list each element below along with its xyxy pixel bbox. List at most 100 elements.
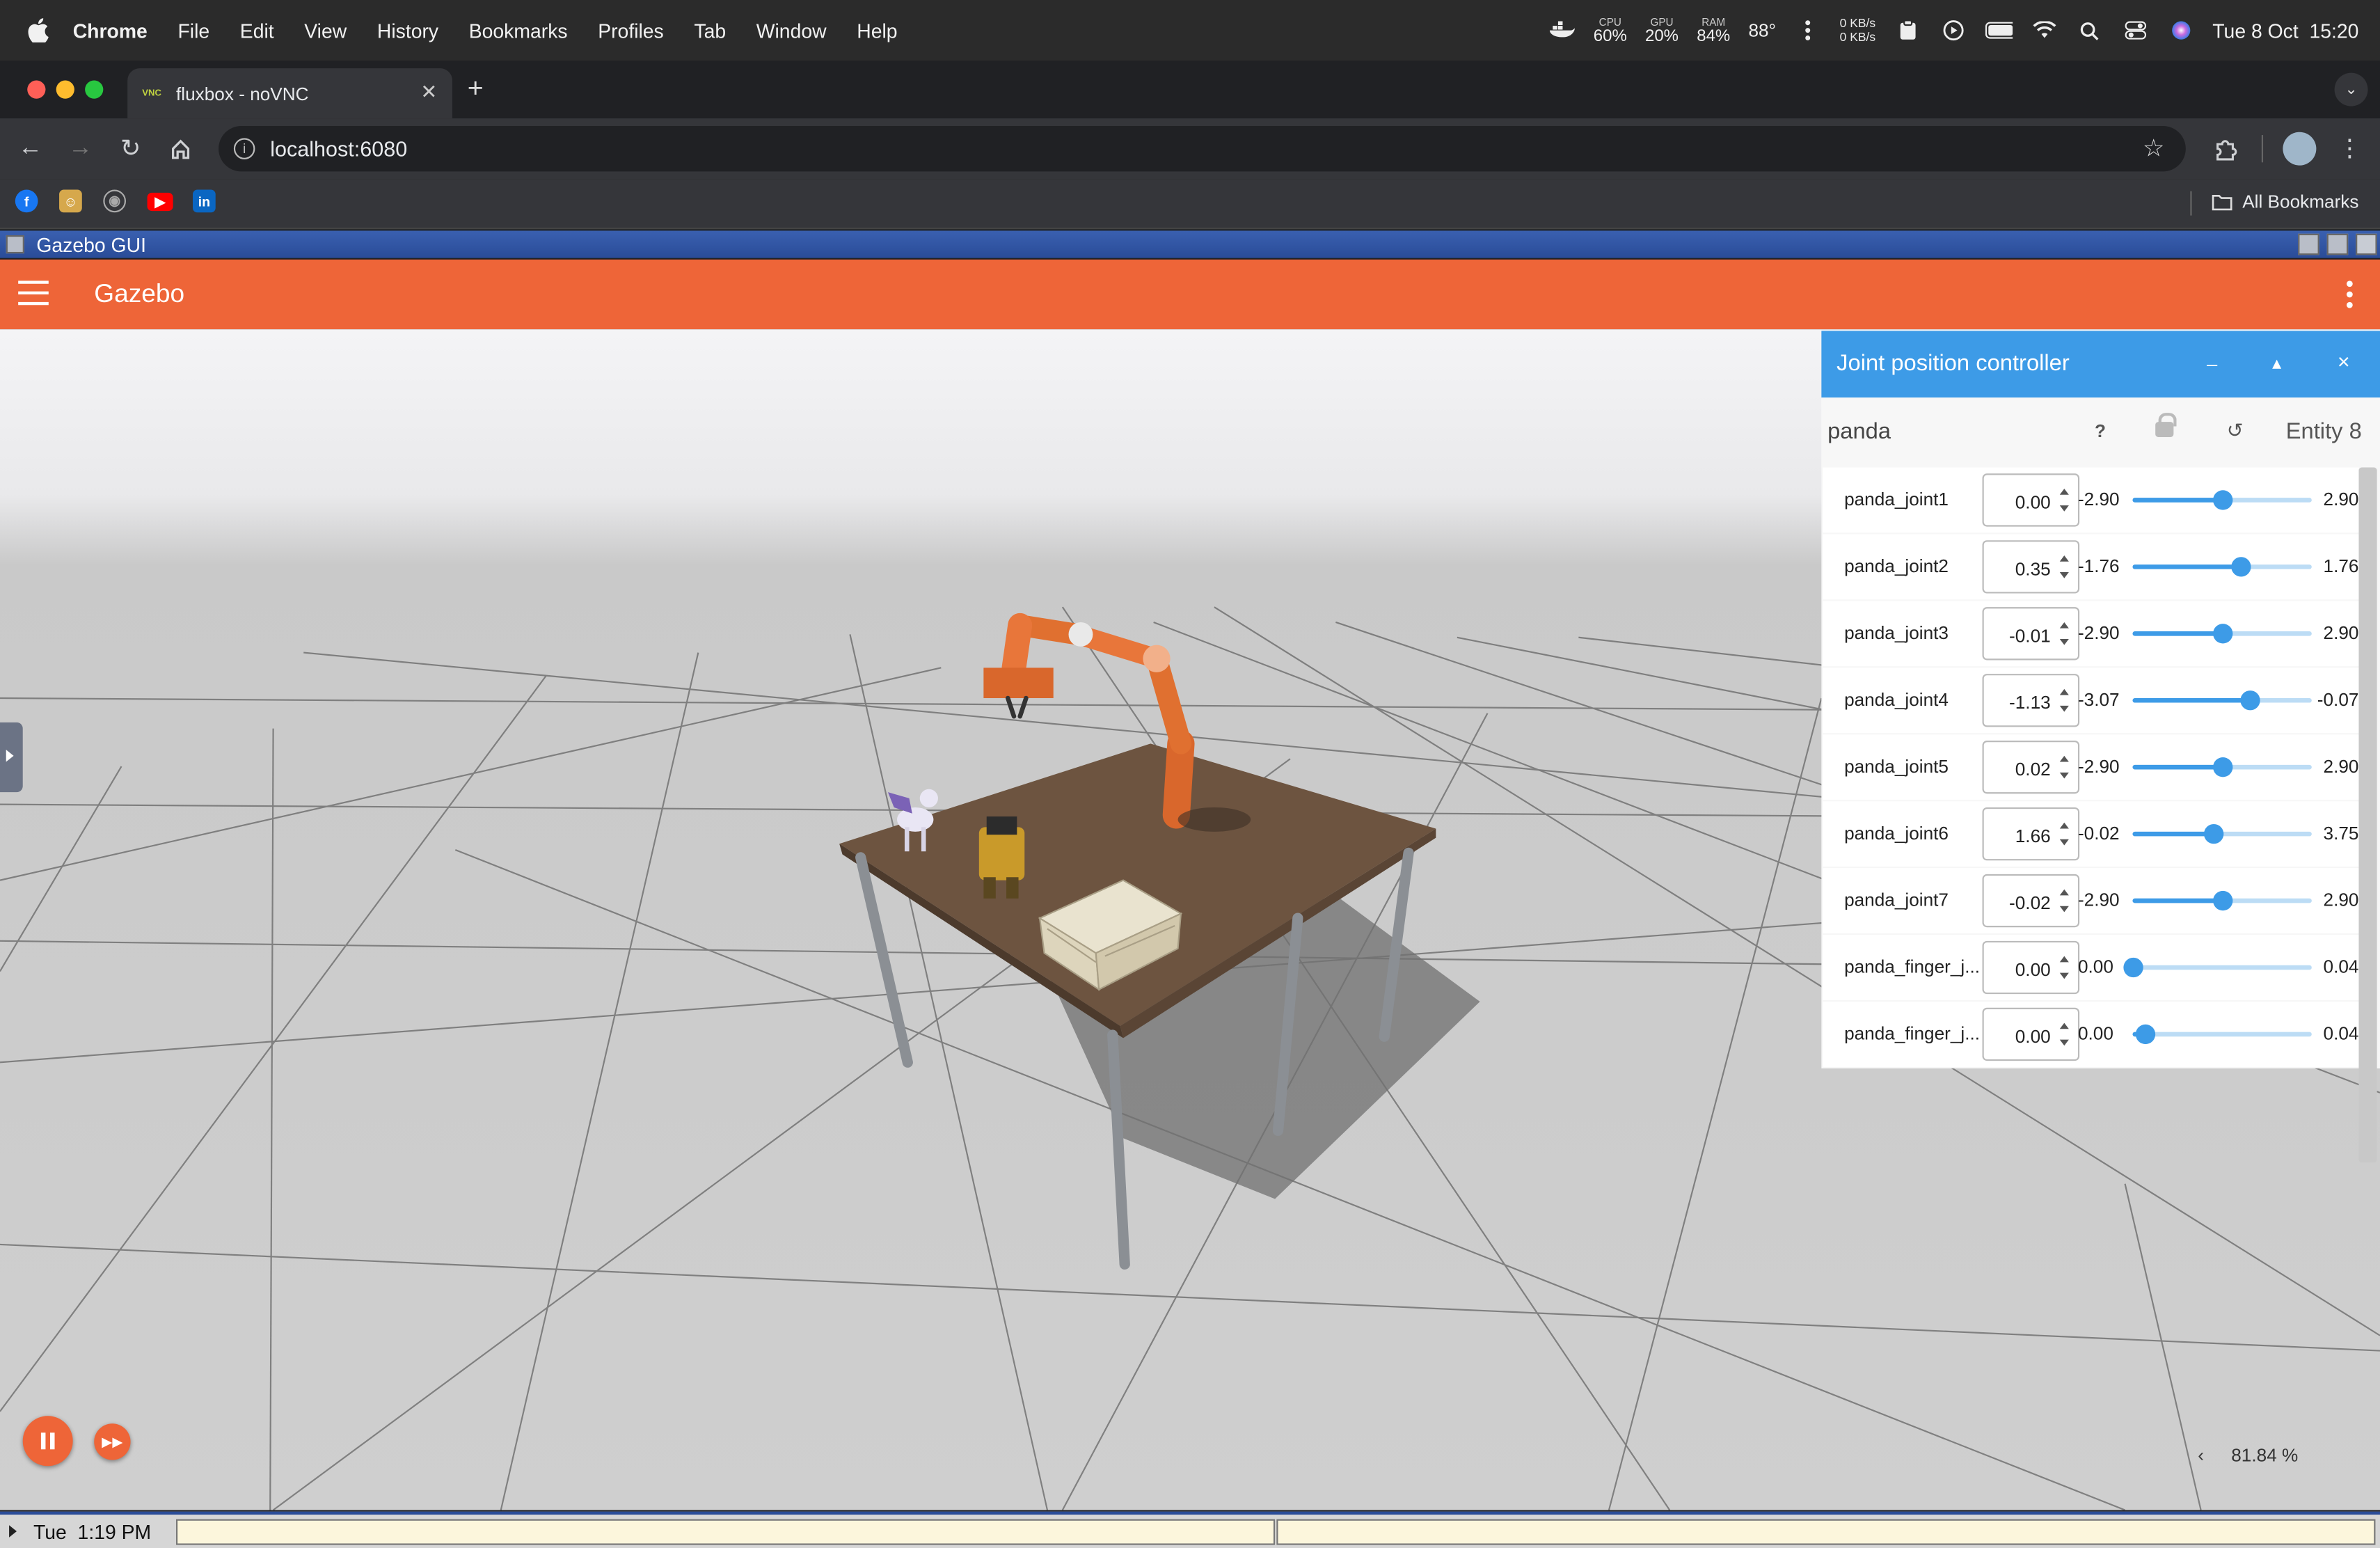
joint-value[interactable]: -0.01 — [2009, 625, 2051, 647]
joint-slider-thumb[interactable] — [2213, 757, 2233, 777]
spin-up-icon[interactable] — [2059, 489, 2069, 495]
spin-up-icon[interactable] — [2059, 889, 2069, 896]
vnc-window-titlebar[interactable]: Gazebo GUI — [0, 230, 2380, 258]
joint-slider-thumb[interactable] — [2204, 823, 2224, 844]
spin-up-icon[interactable] — [2059, 688, 2069, 695]
spin-down-icon[interactable] — [2059, 906, 2069, 913]
window-menu-icon[interactable] — [6, 235, 24, 254]
joint-value-spinbox[interactable]: -1.13 — [1982, 674, 2080, 727]
joint-slider-thumb[interactable] — [2123, 957, 2143, 978]
joint-value-spinbox[interactable]: 1.66 — [1982, 807, 2080, 861]
joint-value-spinbox[interactable]: 0.35 — [1982, 540, 2080, 594]
spotlight-search-icon[interactable] — [2076, 18, 2103, 42]
joint-slider-thumb[interactable] — [2239, 690, 2260, 711]
menu-tab[interactable]: Tab — [694, 19, 726, 42]
window-zoom-button[interactable] — [85, 80, 104, 99]
joint-value[interactable]: 0.00 — [2015, 1026, 2051, 1048]
menu-profiles[interactable]: Profiles — [598, 19, 664, 42]
panel-close-button[interactable]: × — [2338, 349, 2350, 373]
more-dots-icon[interactable] — [1794, 18, 1821, 42]
spin-down-icon[interactable] — [2059, 839, 2069, 846]
joint-value[interactable]: 1.66 — [2015, 826, 2051, 847]
joint-value-spinbox[interactable]: 0.02 — [1982, 741, 2080, 794]
gazebo-overflow-menu-icon[interactable] — [2347, 281, 2353, 313]
joint-value[interactable]: 0.00 — [2015, 959, 2051, 981]
linkedin-icon[interactable]: in — [193, 189, 216, 213]
window-close-button[interactable] — [27, 80, 46, 99]
joint-slider[interactable] — [2132, 890, 2312, 911]
profile-avatar[interactable] — [2283, 132, 2317, 166]
spin-down-icon[interactable] — [2059, 705, 2069, 712]
gpu-stat[interactable]: GPU 20% — [1645, 17, 1679, 45]
play-circle-icon[interactable] — [1939, 18, 1967, 42]
joint-slider-thumb[interactable] — [2136, 1024, 2156, 1045]
joint-slider-thumb[interactable] — [2213, 490, 2233, 510]
network-stat[interactable]: 0 KB/s 0 KB/s — [1840, 17, 1875, 44]
menu-edit[interactable]: Edit — [240, 19, 274, 42]
reset-icon[interactable]: ↺ — [2227, 419, 2244, 443]
spin-up-icon[interactable] — [2059, 956, 2069, 963]
joint-slider[interactable] — [2132, 490, 2312, 510]
apple-icon[interactable] — [27, 18, 49, 43]
joint-slider[interactable] — [2123, 957, 2312, 978]
spin-down-icon[interactable] — [2059, 1039, 2069, 1046]
vnc-close-button[interactable] — [2356, 233, 2377, 255]
temperature-readout[interactable]: 88° — [1748, 19, 1776, 41]
address-bar[interactable]: i localhost:6080 ☆ — [219, 125, 2186, 172]
menu-file[interactable]: File — [177, 19, 209, 42]
youtube-icon[interactable]: ▶ — [147, 192, 173, 212]
menu-help[interactable]: Help — [857, 19, 897, 42]
panel-header[interactable]: Joint position controller _ ▴ × — [1821, 331, 2380, 398]
menu-history[interactable]: History — [377, 19, 438, 42]
menu-bookmarks[interactable]: Bookmarks — [469, 19, 568, 42]
joint-value-spinbox[interactable]: -0.01 — [1982, 607, 2080, 661]
github-icon[interactable]: ◉ — [103, 189, 127, 213]
facebook-icon[interactable]: f — [15, 189, 38, 213]
home-icon[interactable] — [166, 134, 196, 164]
wifi-icon[interactable] — [2031, 18, 2058, 42]
joint-value[interactable]: 0.35 — [2015, 558, 2051, 580]
vnc-maximize-button[interactable] — [2326, 233, 2349, 255]
tab-fluxbox-novnc[interactable]: VNC fluxbox - noVNC ✕ — [127, 68, 452, 119]
taskbar-task-1[interactable] — [176, 1519, 1276, 1545]
tab-search-dropdown-icon[interactable]: ⌄ — [2334, 72, 2368, 106]
joint-slider[interactable] — [2132, 823, 2312, 844]
pause-simulation-button[interactable] — [22, 1416, 73, 1467]
joint-value[interactable]: 0.02 — [2015, 759, 2051, 780]
spin-down-icon[interactable] — [2059, 572, 2069, 578]
control-center-icon[interactable] — [2121, 18, 2148, 42]
joint-value-spinbox[interactable]: 0.00 — [1982, 940, 2080, 995]
spin-up-icon[interactable] — [2059, 555, 2069, 562]
joint-value-spinbox[interactable]: -0.02 — [1982, 874, 2080, 928]
joint-slider[interactable] — [2132, 1024, 2312, 1045]
forward-arrow-icon[interactable]: → — [65, 134, 96, 164]
step-forward-button[interactable]: ▶▶ — [94, 1423, 131, 1460]
spin-down-icon[interactable] — [2059, 772, 2069, 779]
window-minimize-button[interactable] — [56, 80, 74, 99]
joint-value-spinbox[interactable]: 0.00 — [1982, 1007, 2080, 1061]
custom-bookmark-icon[interactable]: ☺ — [59, 189, 82, 213]
joint-value[interactable]: -0.02 — [2009, 892, 2051, 914]
spin-up-icon[interactable] — [2059, 822, 2069, 829]
lock-icon[interactable] — [2155, 413, 2177, 437]
reload-icon[interactable]: ↻ — [116, 134, 146, 164]
battery-icon[interactable] — [1985, 18, 2013, 42]
workspace-arrow-icon[interactable] — [9, 1525, 17, 1538]
joint-slider[interactable] — [2132, 690, 2312, 711]
joint-slider[interactable] — [2132, 624, 2312, 644]
stats-toggle-icon[interactable]: ‹ — [2198, 1445, 2204, 1467]
bookmark-star-icon[interactable]: ☆ — [2143, 134, 2164, 164]
spin-down-icon[interactable] — [2059, 505, 2069, 512]
vnc-minimize-button[interactable] — [2298, 233, 2319, 255]
url-text[interactable]: localhost:6080 — [270, 136, 407, 161]
joint-value[interactable]: 0.00 — [2015, 491, 2051, 513]
left-dock-toggle[interactable] — [0, 722, 23, 793]
joint-slider[interactable] — [2132, 757, 2312, 777]
joint-slider[interactable] — [2132, 557, 2312, 577]
ram-stat[interactable]: RAM 84% — [1697, 17, 1730, 45]
new-tab-button[interactable]: + — [468, 73, 484, 105]
menu-window[interactable]: Window — [756, 19, 827, 42]
siri-icon[interactable] — [2167, 18, 2194, 42]
spin-up-icon[interactable] — [2059, 622, 2069, 629]
chrome-menu-icon[interactable]: ⋮ — [2335, 134, 2365, 164]
